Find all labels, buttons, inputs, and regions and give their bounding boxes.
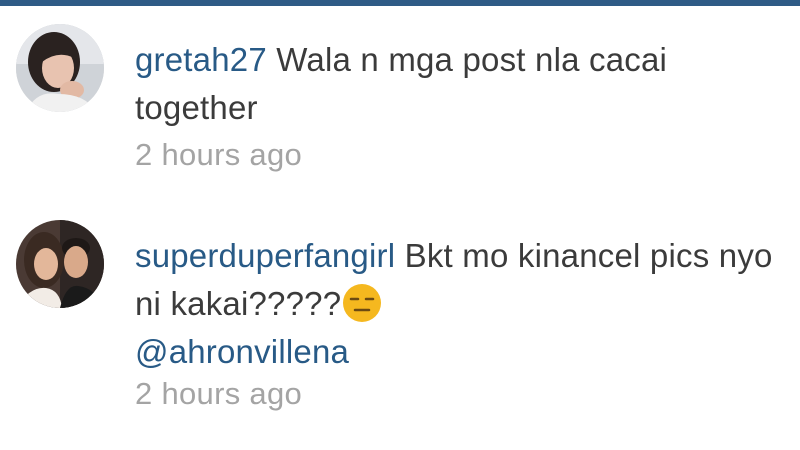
comment-timestamp: 2 hours ago — [135, 376, 303, 411]
top-bar — [0, 0, 800, 6]
comment-text-block: gretah27 Wala n mga post nla cacai toget… — [135, 36, 775, 132]
comment-username[interactable]: superduperfangirl — [135, 237, 395, 274]
user-mention-link[interactable]: @ahronvillena — [135, 333, 349, 370]
profile-photo-woman-icon — [16, 24, 104, 112]
expressionless-face-emoji-icon — [342, 283, 382, 323]
comment-timestamp: 2 hours ago — [135, 137, 303, 172]
profile-photo-couple-icon — [16, 220, 104, 308]
comment-username[interactable]: gretah27 — [135, 41, 267, 78]
user-avatar[interactable] — [16, 220, 104, 308]
user-avatar[interactable] — [16, 24, 104, 112]
comment-text-block: superduperfangirl Bkt mo kinancel pics n… — [135, 232, 775, 376]
